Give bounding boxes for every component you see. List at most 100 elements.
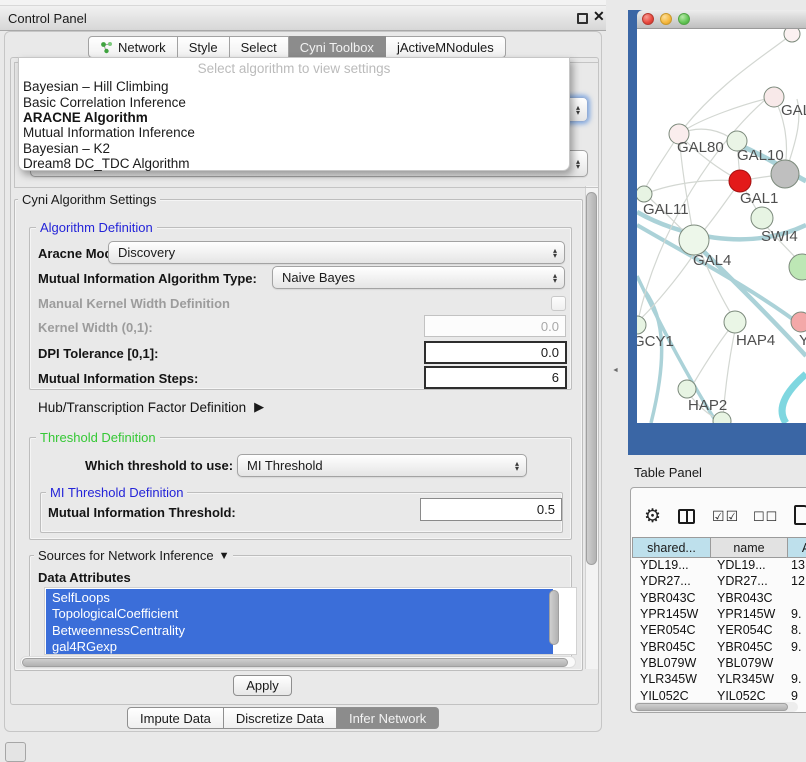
settings-scrollbar-thumb[interactable] xyxy=(586,192,597,565)
network-window-titlebar[interactable] xyxy=(637,10,806,29)
algorithm-option[interactable]: Mutual Information Inference xyxy=(23,125,195,140)
close-panel-icon[interactable]: ✕ xyxy=(593,11,605,22)
tab-select[interactable]: Select xyxy=(230,36,289,58)
threshold-definition-title: Threshold Definition xyxy=(36,430,160,445)
algorithm-option[interactable]: Bayesian – Hill Climbing xyxy=(23,79,169,94)
dpi-tolerance-field[interactable]: 0.0 xyxy=(424,341,567,364)
aracne-mode-value: Discovery xyxy=(118,245,175,260)
node-gal11[interactable] xyxy=(637,186,652,202)
data-attributes-list[interactable]: SelfLoops TopologicalCoefficient Between… xyxy=(44,587,577,655)
spinner-arrows-icon: ▴▾ xyxy=(553,248,557,258)
node-label: GCY1 xyxy=(637,333,674,350)
bottom-tabs: Impute Data Discretize Data Infer Networ… xyxy=(127,707,439,729)
table-row: YPR145WYPR145W9. xyxy=(632,606,806,622)
tab-select-label: Select xyxy=(241,40,277,55)
tab-impute-data-label: Impute Data xyxy=(140,711,211,726)
zoom-window-icon[interactable] xyxy=(678,13,690,25)
select-all-icon[interactable]: ☑☑ xyxy=(712,508,739,525)
node-gray[interactable] xyxy=(771,160,799,188)
node-gal1-selected[interactable] xyxy=(729,170,751,192)
manual-kernel-checkbox[interactable] xyxy=(551,296,566,311)
list-item[interactable]: BetweennessCentrality xyxy=(46,622,553,639)
apply-button[interactable]: Apply xyxy=(233,675,292,696)
node-label: GAL1 xyxy=(740,190,778,207)
table-row: YER054CYER054C8. xyxy=(632,622,806,638)
tab-style-label: Style xyxy=(189,40,218,55)
tab-network[interactable]: Network xyxy=(88,36,178,58)
algorithm-option[interactable]: Basic Correlation Inference xyxy=(23,95,186,110)
tab-infer-network[interactable]: Infer Network xyxy=(337,707,439,729)
mi-threshold-label: Mutual Information Threshold: xyxy=(48,505,236,520)
list-item[interactable]: gal4RGexp xyxy=(46,639,553,656)
attributes-horizontal-scrollbar[interactable] xyxy=(22,658,568,667)
aracne-mode-combo[interactable]: Discovery ▴▾ xyxy=(108,241,565,264)
spinner-arrows-icon: ▴ ▾ xyxy=(576,159,580,169)
tab-jactivemnodules-label: jActiveMNodules xyxy=(397,40,494,55)
hub-definition-toggle[interactable]: Hub/Transcription Factor Definition ▶ xyxy=(38,399,264,415)
splitter-collapse-icon[interactable]: ◄ xyxy=(612,367,619,374)
tab-cyni-toolbox-label: Cyni Toolbox xyxy=(300,40,374,55)
table-rows[interactable]: YDL19...YDL19...13 YDR27...YDR27...12 YB… xyxy=(632,557,806,704)
float-panel-icon[interactable] xyxy=(577,13,588,24)
tab-discretize-data[interactable]: Discretize Data xyxy=(224,707,337,729)
export-table-icon[interactable] xyxy=(794,505,806,525)
table-row: YDR27...YDR27...12 xyxy=(632,573,806,589)
tab-jactivemnodules[interactable]: jActiveMNodules xyxy=(386,36,506,58)
tab-impute-data[interactable]: Impute Data xyxy=(127,707,224,729)
which-threshold-combo[interactable]: MI Threshold ▴▾ xyxy=(237,454,527,477)
table-row: YLR345WYLR345W9. xyxy=(632,671,806,687)
column-visibility-icon[interactable] xyxy=(678,509,695,524)
algorithm-definition-title: Algorithm Definition xyxy=(36,220,157,235)
table-settings-gear-icon[interactable]: ⚙ xyxy=(644,505,661,528)
kernel-width-field: 0.0 xyxy=(424,315,566,337)
apply-button-label: Apply xyxy=(246,678,279,693)
minimize-window-icon[interactable] xyxy=(660,13,672,25)
algorithm-option[interactable]: Bayesian – K2 xyxy=(23,141,110,156)
table-panel-title: Table Panel xyxy=(634,465,702,480)
list-item[interactable]: TopologicalCoefficient xyxy=(46,606,553,623)
deselect-all-icon[interactable]: ☐☐ xyxy=(753,509,778,525)
mi-threshold-field[interactable]: 0.5 xyxy=(420,498,562,521)
mi-threshold-title: MI Threshold Definition xyxy=(46,485,187,500)
control-panel-titlebar: Control Panel xyxy=(0,6,606,31)
spinner-arrows-icon: ▴▾ xyxy=(515,461,519,471)
attributes-vertical-scrollbar[interactable] xyxy=(549,590,559,645)
tab-style[interactable]: Style xyxy=(178,36,230,58)
node-gal4[interactable] xyxy=(679,225,709,255)
node-label: SWI4 xyxy=(761,228,798,245)
manual-kernel-label: Manual Kernel Width Definition xyxy=(38,296,230,311)
screen: Control Panel ✕ Network Style Select Cyn… xyxy=(0,0,806,762)
collapse-down-icon: ▼ xyxy=(219,550,230,562)
sources-title[interactable]: Sources for Network Inference ▼ xyxy=(34,548,233,563)
column-header-name[interactable]: name xyxy=(711,537,788,558)
algorithm-dropdown-popup: Select algorithm to view settings Bayesi… xyxy=(18,57,570,171)
network-icon xyxy=(100,41,113,54)
node[interactable] xyxy=(784,29,800,42)
cyni-algorithm-settings-title: Cyni Algorithm Settings xyxy=(18,192,160,207)
node-swi4[interactable] xyxy=(751,207,773,229)
spinner-arrows-icon: ▴ ▾ xyxy=(576,105,580,115)
algorithm-option-selected[interactable]: ARACNE Algorithm xyxy=(23,110,148,125)
node-label: HAP2 xyxy=(688,397,727,414)
mi-type-combo[interactable]: Naive Bayes ▴▾ xyxy=(272,266,565,289)
column-header-shared-name[interactable]: shared... xyxy=(632,537,711,558)
mi-type-value: Naive Bayes xyxy=(282,270,355,285)
node-pink[interactable] xyxy=(791,312,806,332)
node-hap4[interactable] xyxy=(724,311,746,333)
spinner-arrows-icon: ▴▾ xyxy=(553,273,557,283)
column-header-partial[interactable]: A xyxy=(788,537,806,558)
close-window-icon[interactable] xyxy=(642,13,654,25)
table-row: YDL19...YDL19...13 xyxy=(632,557,806,573)
table-header-row: shared... name A xyxy=(632,537,806,558)
tab-cyni-toolbox[interactable]: Cyni Toolbox xyxy=(289,36,386,58)
collapsed-panel-button[interactable] xyxy=(5,742,26,762)
collapse-right-icon: ▶ xyxy=(254,399,264,415)
list-item[interactable]: SelfLoops xyxy=(46,589,553,606)
network-canvas[interactable]: GAL GAL80 GAL10 GAL1 GAL11 SWI4 GAL4 GCY… xyxy=(637,29,806,423)
mi-steps-field[interactable]: 6 xyxy=(424,366,567,389)
control-panel-tabs: Network Style Select Cyni Toolbox jActiv… xyxy=(88,36,506,58)
node-hap2[interactable] xyxy=(678,380,696,398)
algorithm-option[interactable]: Dream8 DC_TDC Algorithm xyxy=(23,156,190,171)
node-label: GAL80 xyxy=(677,139,724,156)
table-horizontal-scrollbar[interactable] xyxy=(635,703,788,711)
